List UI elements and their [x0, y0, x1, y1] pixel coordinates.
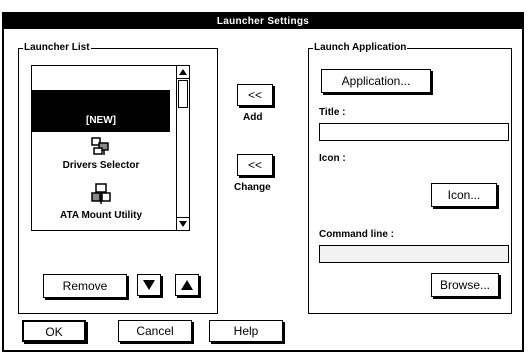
title-label: Title :	[319, 107, 346, 118]
ok-button[interactable]: OK	[22, 320, 86, 342]
list-item-label: ATA Mount Utility	[59, 210, 143, 221]
triangle-up-icon	[181, 280, 193, 290]
launch-application-label: Launch Application	[313, 42, 408, 54]
application-button[interactable]: Application...	[321, 69, 431, 93]
scroll-down-icon	[179, 221, 187, 227]
help-button[interactable]: Help	[209, 320, 283, 342]
triangle-down-icon	[143, 280, 155, 290]
scroll-down-arrow[interactable]	[177, 217, 189, 230]
browse-button[interactable]: Browse...	[431, 273, 499, 297]
move-down-button[interactable]	[137, 274, 161, 296]
launch-application-group: Launch Application Application... Title …	[308, 42, 512, 314]
drivers-selector-icon	[91, 137, 109, 155]
icon-label: Icon :	[319, 153, 346, 164]
list-item-new[interactable]: [NEW]	[32, 90, 170, 132]
change-label: Change	[234, 182, 271, 193]
icon-button[interactable]: Icon...	[431, 183, 497, 207]
launcher-list-label: Launcher List	[23, 42, 91, 54]
remove-button[interactable]: Remove	[43, 274, 127, 298]
cancel-button[interactable]: Cancel	[118, 320, 192, 342]
scroll-up-arrow[interactable]	[177, 66, 189, 79]
move-up-button[interactable]	[175, 274, 199, 296]
launcher-listbox[interactable]: [NEW] Drivers Selector ATA Mount Utility	[31, 65, 190, 231]
list-item-label: [NEW]	[86, 115, 116, 126]
add-label: Add	[243, 112, 263, 123]
launcher-settings-dialog: Launcher Settings Launcher List [NEW] Dr…	[2, 12, 524, 352]
list-item-label: Drivers Selector	[62, 160, 140, 171]
change-button[interactable]: <<	[237, 154, 273, 176]
command-line-label: Command line :	[319, 229, 395, 240]
command-line-field[interactable]	[319, 245, 509, 263]
list-item-ata-mount-utility[interactable]: ATA Mount Utility	[32, 180, 170, 230]
dialog-title: Launcher Settings	[4, 14, 522, 29]
title-field[interactable]	[319, 123, 509, 141]
scroll-up-icon	[179, 69, 187, 75]
launcher-list-group: Launcher List [NEW] Drivers Selector ATA…	[18, 42, 218, 314]
list-item-drivers-selector[interactable]: Drivers Selector	[32, 134, 170, 180]
add-button[interactable]: <<	[237, 84, 273, 106]
list-scrollbar[interactable]	[176, 66, 189, 230]
ata-mount-utility-icon	[91, 183, 111, 204]
scroll-thumb[interactable]	[178, 80, 188, 108]
